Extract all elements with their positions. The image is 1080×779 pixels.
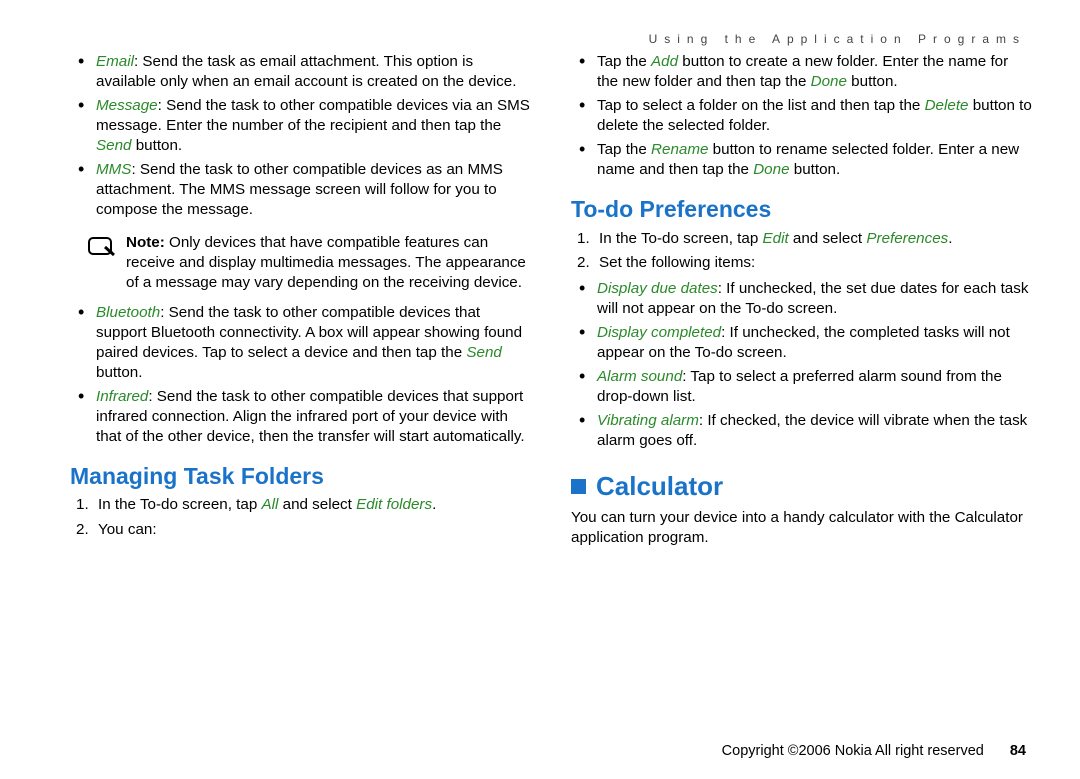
heading-managing-folders: Managing Task Folders: [70, 461, 531, 491]
term-edit: Edit: [763, 230, 789, 247]
term-add: Add: [651, 53, 678, 70]
term-done: Done: [811, 73, 847, 90]
term-send2: Send: [466, 344, 501, 361]
term-mms: MMS: [96, 161, 131, 178]
bullet-mms: MMS: Send the task to other compatible d…: [70, 160, 531, 220]
bullet-vibrating: Vibrating alarm: If checked, the device …: [571, 411, 1032, 451]
text: : Send the task to other compatible devi…: [96, 97, 530, 134]
square-bullet-icon: [571, 479, 586, 494]
bullet-message: Message: Send the task to other compatib…: [70, 96, 531, 156]
text: button.: [847, 73, 898, 90]
note-label: Note:: [126, 234, 165, 251]
text: Tap to select a folder on the list and t…: [597, 97, 925, 114]
text: : Send the task as email attachment. Thi…: [96, 53, 516, 90]
text: In the To-do screen, tap: [98, 496, 262, 513]
term-alarm-sound: Alarm sound: [597, 368, 682, 385]
term-bluetooth: Bluetooth: [96, 304, 160, 321]
text: Tap the: [597, 53, 651, 70]
text: .: [432, 496, 436, 513]
bullet-add: Tap the Add button to create a new folde…: [571, 52, 1032, 92]
term-all: All: [262, 496, 279, 513]
heading-text: Calculator: [596, 469, 723, 503]
list-item: Set the following items:: [573, 253, 1032, 273]
text: and select: [278, 496, 356, 513]
text: : Send the task to other compatible devi…: [96, 388, 525, 445]
term-edit-folders: Edit folders: [356, 496, 432, 513]
bullet-bluetooth: Bluetooth: Send the task to other compat…: [70, 303, 531, 383]
term-delete: Delete: [925, 97, 969, 114]
calculator-intro: You can turn your device into a handy ca…: [571, 508, 1032, 548]
term-vibrating: Vibrating alarm: [597, 412, 699, 429]
right-bullets-2: Display due dates: If unchecked, the set…: [571, 279, 1032, 452]
term-rename: Rename: [651, 141, 708, 158]
term-display-due: Display due dates: [597, 280, 718, 297]
left-bullets-2: Bluetooth: Send the task to other compat…: [70, 303, 531, 447]
list-item: In the To-do screen, tap All and select …: [72, 495, 531, 515]
text: button.: [131, 137, 182, 154]
term-email: Email: [96, 53, 134, 70]
left-column: Email: Send the task as email attachment…: [70, 52, 531, 743]
copyright: Copyright ©2006 Nokia All right reserved: [722, 743, 984, 759]
text: In the To-do screen, tap: [599, 230, 763, 247]
text: .: [948, 230, 952, 247]
heading-todo-prefs: To-do Preferences: [571, 194, 1032, 224]
text: Tap the: [597, 141, 651, 158]
page-number: 84: [1010, 743, 1026, 759]
note-text: Only devices that have compatible featur…: [126, 234, 526, 291]
note-body: Note: Only devices that have compatible …: [126, 233, 531, 293]
bullet-display-completed: Display completed: If unchecked, the com…: [571, 323, 1032, 363]
bullet-delete: Tap to select a folder on the list and t…: [571, 96, 1032, 136]
footer: Copyright ©2006 Nokia All right reserved…: [70, 743, 1032, 759]
left-ordered-list: In the To-do screen, tap All and select …: [70, 495, 531, 539]
running-header: Using the Application Programs: [70, 32, 1032, 46]
term-done2: Done: [753, 161, 789, 178]
term-display-completed: Display completed: [597, 324, 721, 341]
bullet-email: Email: Send the task as email attachment…: [70, 52, 531, 92]
bullet-infrared: Infrared: Send the task to other compati…: [70, 387, 531, 447]
heading-calculator: Calculator: [571, 469, 1032, 503]
list-item: You can:: [72, 520, 531, 540]
text: : Send the task to other compatible devi…: [96, 161, 503, 218]
right-ordered-list: In the To-do screen, tap Edit and select…: [571, 229, 1032, 273]
term-infrared: Infrared: [96, 388, 148, 405]
term-send: Send: [96, 137, 131, 154]
note-block: Note: Only devices that have compatible …: [88, 233, 531, 293]
bullet-rename: Tap the Rename button to rename selected…: [571, 140, 1032, 180]
bullet-display-due: Display due dates: If unchecked, the set…: [571, 279, 1032, 319]
term-message: Message: [96, 97, 158, 114]
list-item: In the To-do screen, tap Edit and select…: [573, 229, 1032, 249]
left-bullets-1: Email: Send the task as email attachment…: [70, 52, 531, 221]
bullet-alarm-sound: Alarm sound: Tap to select a preferred a…: [571, 367, 1032, 407]
right-column: Tap the Add button to create a new folde…: [571, 52, 1032, 743]
text: : Send the task to other compatible devi…: [96, 304, 522, 361]
text: button.: [790, 161, 841, 178]
note-icon: [88, 235, 116, 293]
term-preferences: Preferences: [866, 230, 948, 247]
text: and select: [789, 230, 867, 247]
right-bullets-1: Tap the Add button to create a new folde…: [571, 52, 1032, 180]
text: button.: [96, 364, 142, 381]
